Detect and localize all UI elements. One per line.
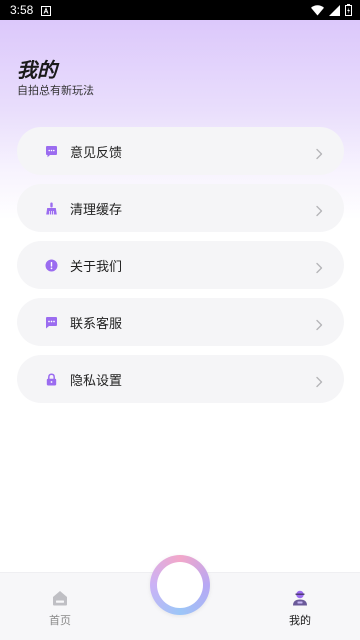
nav-tab-mine[interactable]: 我的 xyxy=(280,589,320,628)
menu-item-label: 清理缓存 xyxy=(70,202,123,218)
status-bar: 3:58 xyxy=(0,0,360,20)
signal-icon xyxy=(329,4,340,16)
menu-item-label: 意见反馈 xyxy=(70,145,123,161)
status-time: 3:58 xyxy=(10,3,34,17)
menu-item-label: 关于我们 xyxy=(70,259,123,275)
menu-item-label: 联系客服 xyxy=(70,316,123,332)
page-title: 我的 xyxy=(17,58,57,82)
info-icon xyxy=(44,258,58,272)
center-camera-button[interactable] xyxy=(150,555,210,615)
chevron-right-icon xyxy=(314,145,324,160)
menu-item-contact-support[interactable]: 联系客服 xyxy=(17,298,344,346)
lock-icon xyxy=(44,372,58,386)
chevron-right-icon xyxy=(314,316,324,331)
chevron-right-icon xyxy=(314,202,324,217)
chevron-right-icon xyxy=(314,373,324,388)
home-icon xyxy=(51,589,69,609)
nav-tab-home[interactable]: 首页 xyxy=(40,589,80,628)
camera-ring-icon xyxy=(157,562,203,608)
a-box-icon xyxy=(41,5,52,16)
broom-icon xyxy=(44,201,58,215)
settings-menu: 意见反馈 清理缓存 关于我们 联系客服 隐私设置 xyxy=(17,127,344,412)
wifi-icon xyxy=(311,4,324,16)
nav-tab-label: 首页 xyxy=(49,614,71,627)
feedback-icon xyxy=(44,144,58,158)
menu-item-clear-cache[interactable]: 清理缓存 xyxy=(17,184,344,232)
menu-item-about-us[interactable]: 关于我们 xyxy=(17,241,344,289)
profile-icon xyxy=(291,589,309,609)
battery-icon xyxy=(345,4,352,16)
chevron-right-icon xyxy=(314,259,324,274)
chat-icon xyxy=(44,315,58,329)
menu-item-feedback[interactable]: 意见反馈 xyxy=(17,127,344,175)
nav-tab-label: 我的 xyxy=(289,614,311,627)
menu-item-privacy-settings[interactable]: 隐私设置 xyxy=(17,355,344,403)
page-subtitle: 自拍总有新玩法 xyxy=(17,84,94,97)
menu-item-label: 隐私设置 xyxy=(70,373,123,389)
